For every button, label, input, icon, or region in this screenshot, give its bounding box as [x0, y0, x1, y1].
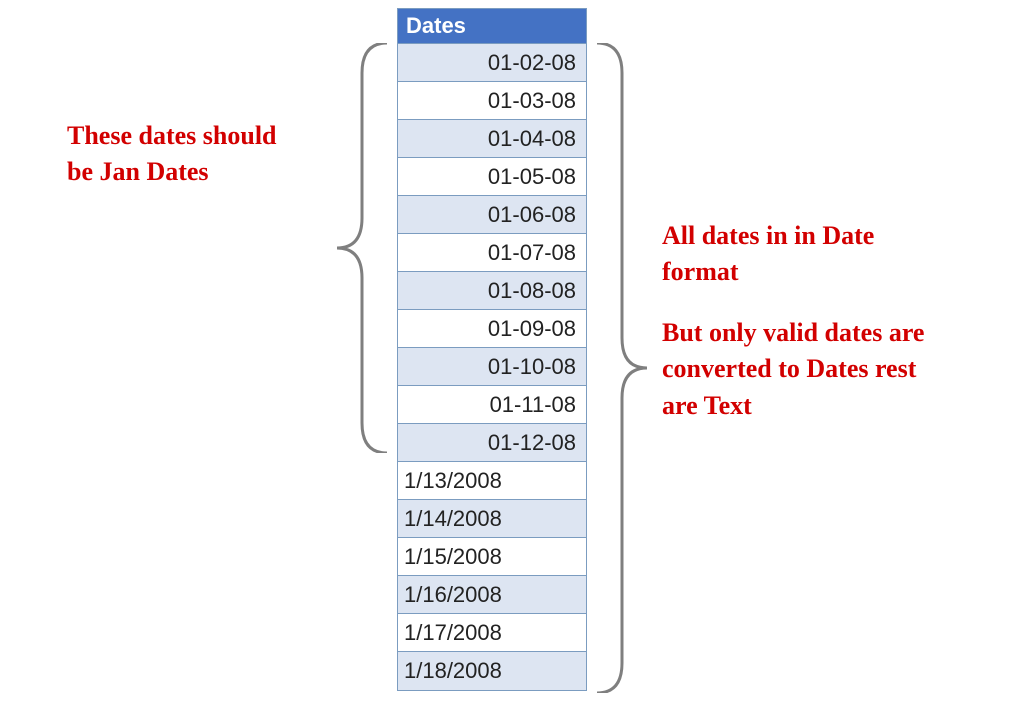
table-cell[interactable]: 01-11-08: [398, 386, 586, 424]
table-cell[interactable]: 1/14/2008: [398, 500, 586, 538]
right-annotation-line3: But only valid dates are: [662, 315, 962, 351]
right-brace-icon: [592, 43, 652, 693]
right-annotation-line2: format: [662, 254, 962, 290]
dates-table: Dates 01-02-0801-03-0801-04-0801-05-0801…: [397, 8, 587, 691]
table-cell[interactable]: 01-05-08: [398, 158, 586, 196]
table-cell[interactable]: 01-08-08: [398, 272, 586, 310]
table-cell[interactable]: 1/13/2008: [398, 462, 586, 500]
table-cell[interactable]: 01-07-08: [398, 234, 586, 272]
table-cell[interactable]: 1/17/2008: [398, 614, 586, 652]
table-cell[interactable]: 01-09-08: [398, 310, 586, 348]
table-cell[interactable]: 1/18/2008: [398, 652, 586, 690]
table-cell[interactable]: 1/16/2008: [398, 576, 586, 614]
left-brace-icon: [332, 43, 392, 453]
right-annotation: All dates in in Date format But only val…: [662, 218, 962, 424]
column-header-dates[interactable]: Dates: [398, 9, 586, 44]
table-cell[interactable]: 01-02-08: [398, 44, 586, 82]
table-cell[interactable]: 01-10-08: [398, 348, 586, 386]
table-cell[interactable]: 1/15/2008: [398, 538, 586, 576]
left-annotation-line2: be Jan Dates: [67, 154, 327, 190]
table-cell[interactable]: 01-04-08: [398, 120, 586, 158]
left-annotation-line1: These dates should: [67, 118, 327, 154]
table-cell[interactable]: 01-03-08: [398, 82, 586, 120]
table-cell[interactable]: 01-06-08: [398, 196, 586, 234]
right-annotation-line5: are Text: [662, 388, 962, 424]
table-cell[interactable]: 01-12-08: [398, 424, 586, 462]
left-annotation: These dates should be Jan Dates: [67, 118, 327, 191]
right-annotation-line1: All dates in in Date: [662, 218, 962, 254]
right-annotation-line4: converted to Dates rest: [662, 351, 962, 387]
